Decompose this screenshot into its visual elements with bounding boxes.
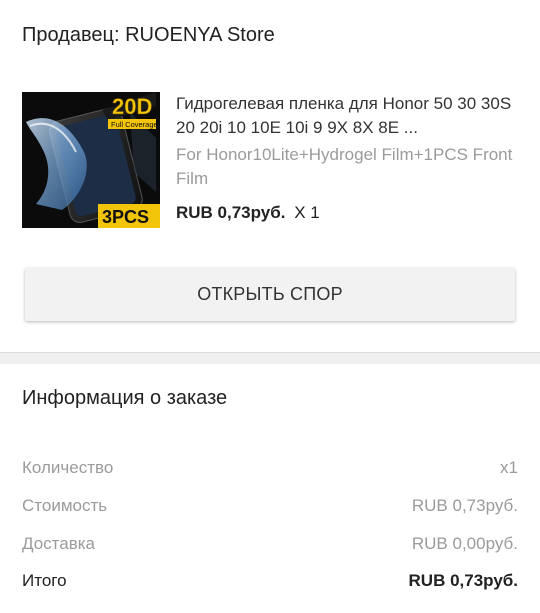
product-image[interactable]: 20D Full Coverage 3PCS [22,92,160,228]
row-value: RUB 0,00руб. [411,534,518,553]
product-quantity: X 1 [294,203,320,222]
badge-3pcs: 3PCS [102,207,149,227]
order-info-title: Информация о заказе [22,387,228,409]
row-value: x1 [500,458,518,477]
seller-name[interactable]: Продавец: RUOENYA Store [22,24,275,47]
badge-20d: 20D [112,94,152,119]
order-info-row-shipping: Доставка RUB 0,00руб. [22,534,518,554]
price-line: RUB 0,73руб. X 1 [176,203,516,223]
product-info: Гидрогелевая пленка для Honor 50 30 30S … [176,92,516,223]
order-info-row-quantity: Количество x1 [22,458,518,478]
row-value: RUB 0,73руб. [411,496,518,515]
row-label: Итого [22,571,67,590]
product-price: RUB 0,73руб. [176,203,286,222]
row-label: Количество [22,458,114,477]
order-info-row-total: Итого RUB 0,73руб. [22,571,518,591]
row-label: Стоимость [22,496,108,515]
order-info-row-cost: Стоимость RUB 0,73руб. [22,496,518,516]
badge-full-coverage: Full Coverage [111,120,158,129]
order-item[interactable]: 20D Full Coverage 3PCS Гидрогелевая плен… [22,92,522,230]
row-value: RUB 0,73руб. [408,571,518,590]
product-variant: For Honor10Lite+Hydrogel Film+1PCS Front… [176,145,513,188]
open-dispute-button[interactable]: ОТКРЫТЬ СПОР [25,268,515,321]
row-label: Доставка [22,534,96,553]
product-title[interactable]: Гидрогелевая пленка для Honor 50 30 30S … [176,92,516,140]
section-divider [0,352,540,364]
